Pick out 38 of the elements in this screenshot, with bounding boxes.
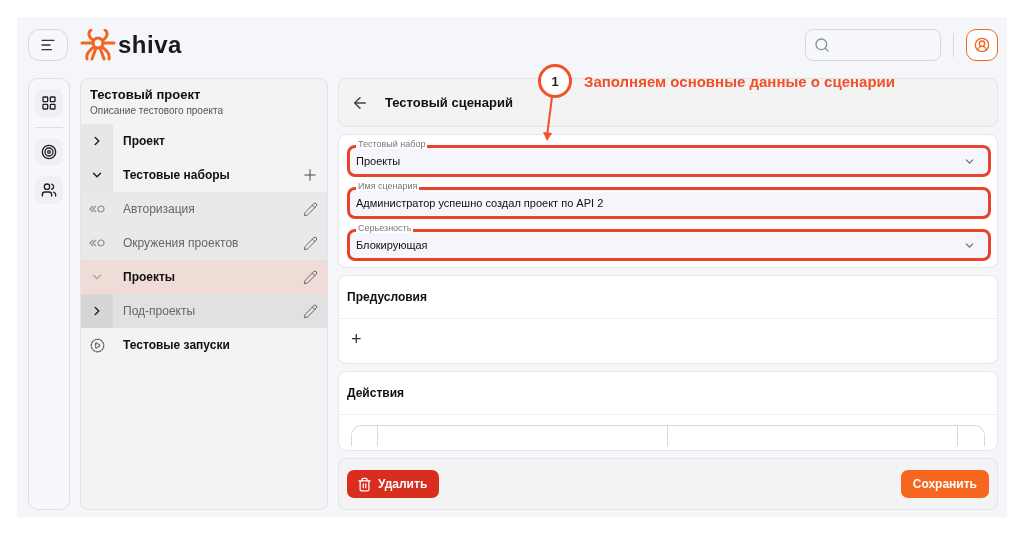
user-icon (974, 37, 990, 53)
users-icon (41, 182, 57, 198)
tree-item[interactable]: Тестовые наборы (113, 168, 293, 182)
menu-icon (40, 37, 56, 53)
search-field[interactable] (805, 29, 941, 61)
spider-logo-icon (80, 29, 116, 61)
tree-item[interactable]: Проект (113, 134, 293, 148)
annotation-arrow (542, 96, 556, 142)
link-icon (89, 239, 105, 247)
project-description: Описание тестового проекта (90, 105, 224, 116)
step-marker: 1 (538, 64, 572, 98)
trash-icon (357, 476, 372, 492)
target-button[interactable] (35, 138, 63, 166)
tree-item[interactable]: Тестовые запуски (113, 338, 293, 352)
page-title: Тестовый сценарий (385, 95, 513, 110)
link-icon (89, 205, 105, 213)
search-icon (814, 37, 830, 53)
dashboard-button[interactable] (35, 89, 63, 117)
field-label: Серьезность (356, 223, 414, 233)
logo: shiva (80, 29, 182, 61)
edit-icon[interactable] (302, 201, 318, 217)
edit-icon[interactable] (302, 235, 318, 251)
delete-button[interactable]: Удалить (347, 470, 440, 498)
add-button[interactable]: + (351, 329, 362, 349)
users-button[interactable] (35, 176, 63, 204)
annotation-text: Заполняем основные данные о сценарии (584, 72, 895, 90)
edit-icon[interactable] (302, 303, 318, 319)
edit-icon[interactable] (302, 269, 318, 285)
section-title: Действия (339, 372, 997, 415)
grid-icon (41, 95, 57, 111)
section-title: Предусловия (339, 276, 997, 319)
menu-button[interactable] (28, 29, 68, 61)
target-icon (41, 144, 57, 160)
play-icon (89, 337, 105, 353)
field-label: Тестовый набор (356, 139, 428, 149)
project-title: Тестовый проект (90, 87, 202, 102)
field-label: Имя сценария (356, 181, 420, 191)
profile-button[interactable] (966, 29, 998, 61)
